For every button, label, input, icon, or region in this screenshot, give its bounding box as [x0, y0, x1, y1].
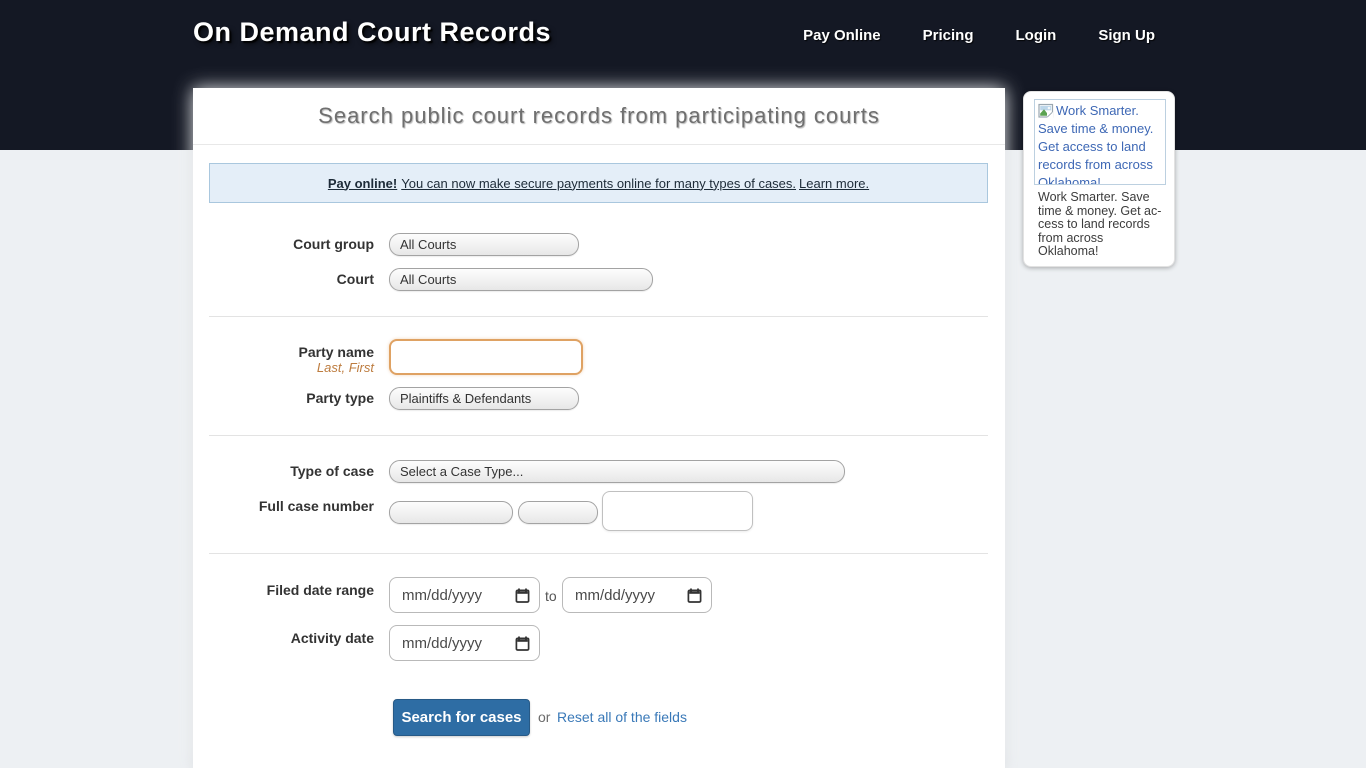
ad-caption: Work Smarter. Save time & money. Get ac-… [1038, 191, 1166, 259]
court-select[interactable]: All Courts [389, 268, 653, 291]
nav-pricing[interactable]: Pricing [923, 27, 974, 44]
page-title: Search public court records from partici… [318, 103, 880, 129]
party-type-label: Party type [193, 390, 374, 406]
ad-caption-line: cess to land records [1038, 218, 1166, 232]
nav-login[interactable]: Login [1016, 27, 1057, 44]
activity-date-label: Activity date [193, 630, 374, 646]
party-type-select[interactable]: Plaintiffs & Defendants [389, 387, 579, 410]
site-logo-title[interactable]: On Demand Court Records [193, 17, 551, 48]
ad-alt-text: Work Smarter. Save time & money. Get acc… [1038, 103, 1153, 185]
banner-lead-text: Pay online! [328, 176, 397, 191]
banner-body-text: You can now make secure payments online … [401, 176, 796, 191]
or-text: or [538, 709, 550, 725]
ad-caption-line: time & money. Get ac- [1038, 205, 1166, 219]
case-number-label: Full case number [193, 498, 374, 514]
pay-online-banner[interactable]: Pay online! You can now make secure payme… [209, 163, 988, 203]
case-number-year-select[interactable] [518, 501, 598, 524]
calendar-icon[interactable] [515, 636, 530, 651]
court-label: Court [193, 271, 374, 287]
case-type-label: Type of case [193, 463, 374, 479]
top-navigation: Pay Online Pricing Login Sign Up [803, 27, 1155, 44]
section-divider [209, 435, 988, 436]
court-group-select[interactable]: All Courts [389, 233, 579, 256]
date-range-joiner: to [545, 588, 557, 604]
search-panel: Search public court records from partici… [193, 88, 1005, 768]
case-number-prefix-select[interactable] [389, 501, 513, 524]
panel-heading: Search public court records from partici… [193, 88, 1005, 145]
search-for-cases-button[interactable]: Search for cases [393, 699, 530, 736]
land-records-ad-card: Work Smarter. Save time & money. Get acc… [1023, 91, 1175, 267]
court-group-label: Court group [193, 236, 374, 252]
calendar-icon[interactable] [687, 588, 702, 603]
nav-pay-online[interactable]: Pay Online [803, 27, 881, 44]
section-divider [209, 316, 988, 317]
nav-sign-up[interactable]: Sign Up [1098, 27, 1155, 44]
reset-fields-link[interactable]: Reset all of the fields [557, 709, 687, 725]
party-name-label: Party name [193, 344, 374, 360]
broken-image-icon [1038, 103, 1054, 119]
case-number-input[interactable] [602, 491, 753, 531]
ad-caption-line: Work Smarter. Save [1038, 191, 1166, 205]
section-divider [209, 553, 988, 554]
calendar-icon[interactable] [515, 588, 530, 603]
banner-learn-more-link[interactable]: Learn more. [799, 176, 869, 191]
ad-broken-image-link[interactable]: Work Smarter. Save time & money. Get acc… [1034, 99, 1166, 185]
party-name-input[interactable] [389, 339, 583, 375]
pay-online-banner-link[interactable]: Pay online! You can now make secure payme… [328, 176, 869, 191]
ad-caption-line: Oklahoma! [1038, 245, 1166, 259]
activity-date-field[interactable] [389, 625, 540, 661]
case-type-select[interactable]: Select a Case Type... [389, 460, 845, 483]
filed-date-range-label: Filed date range [193, 582, 374, 598]
ad-caption-line: from across [1038, 232, 1166, 246]
filed-date-to-field[interactable] [562, 577, 712, 613]
party-name-hint: Last, First [193, 360, 374, 375]
filed-date-from-field[interactable] [389, 577, 540, 613]
